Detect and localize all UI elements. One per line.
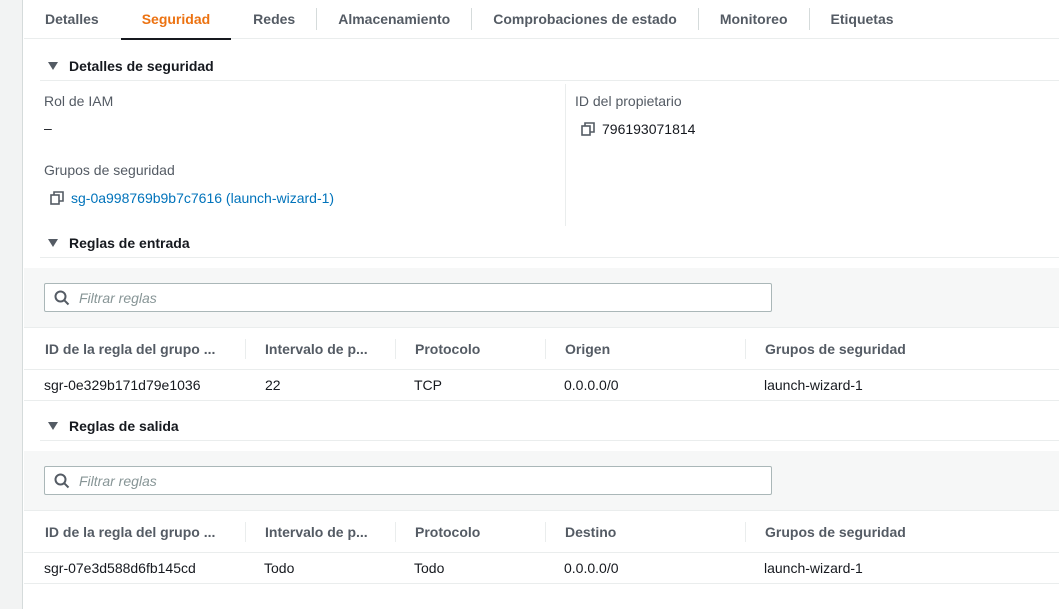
caret-down-icon bbox=[48, 422, 58, 430]
caret-down-icon bbox=[48, 239, 58, 247]
column-resizer[interactable] bbox=[245, 339, 246, 359]
outbound-filter-area bbox=[24, 451, 1059, 510]
security-details-toggle[interactable]: Detalles de seguridad bbox=[48, 58, 214, 74]
owner-id-label: ID del propietario bbox=[575, 93, 682, 109]
tab-almacenamiento[interactable]: Almacenamiento bbox=[317, 0, 471, 39]
search-icon bbox=[54, 290, 70, 305]
cell-port-range: 22 bbox=[265, 377, 281, 393]
caret-down-icon bbox=[48, 62, 58, 70]
cell-rule-id: sgr-0e329b171d79e1036 bbox=[44, 377, 201, 393]
cell-protocol: Todo bbox=[414, 560, 445, 576]
tab-monitoreo[interactable]: Monitoreo bbox=[699, 0, 809, 39]
column-divider bbox=[565, 84, 566, 226]
column-header-security-groups[interactable]: Grupos de seguridad bbox=[765, 511, 906, 552]
search-icon bbox=[54, 473, 70, 488]
inbound-table-header: ID de la regla del grupo ... Intervalo d… bbox=[24, 327, 1059, 370]
column-resizer[interactable] bbox=[745, 522, 746, 542]
owner-id-text: 796193071814 bbox=[602, 121, 696, 137]
outbound-rules-title: Reglas de salida bbox=[69, 418, 179, 434]
divider bbox=[40, 440, 1059, 441]
security-group-item: sg-0a998769b9b7c7616 (launch-wizard-1) bbox=[50, 190, 334, 206]
tab-label: Redes bbox=[253, 11, 296, 27]
inbound-filter-input[interactable] bbox=[79, 289, 729, 306]
column-header-protocol[interactable]: Protocolo bbox=[415, 328, 480, 369]
cell-port-range: Todo bbox=[264, 560, 295, 576]
instance-details-panel: Detalles Seguridad Redes Almacenamiento … bbox=[24, 0, 1059, 609]
column-resizer[interactable] bbox=[545, 339, 546, 359]
cell-security-group: launch-wizard-1 bbox=[764, 377, 863, 393]
tab-label: Etiquetas bbox=[830, 11, 894, 27]
tab-detalles[interactable]: Detalles bbox=[24, 0, 120, 39]
cell-protocol: TCP bbox=[414, 377, 442, 393]
cell-destination: 0.0.0.0/0 bbox=[564, 560, 619, 576]
column-header-source[interactable]: Origen bbox=[565, 328, 610, 369]
column-resizer[interactable] bbox=[395, 339, 396, 359]
cell-rule-id: sgr-07e3d588d6fb145cd bbox=[44, 560, 196, 576]
column-resizer[interactable] bbox=[395, 522, 396, 542]
tab-label: Almacenamiento bbox=[338, 11, 451, 27]
cell-security-group: launch-wizard-1 bbox=[764, 560, 863, 576]
table-row[interactable]: sgr-07e3d588d6fb145cd Todo Todo 0.0.0.0/… bbox=[24, 553, 1059, 584]
tab-bar: Detalles Seguridad Redes Almacenamiento … bbox=[24, 0, 1059, 40]
iam-role-label: Rol de IAM bbox=[44, 93, 114, 109]
owner-id-value: 796193071814 bbox=[581, 121, 695, 137]
inbound-filter-box bbox=[44, 283, 772, 312]
copy-icon[interactable] bbox=[581, 122, 595, 136]
divider bbox=[40, 80, 1059, 81]
column-header-port-range[interactable]: Intervalo de p... bbox=[265, 511, 368, 552]
security-details-title: Detalles de seguridad bbox=[69, 58, 214, 74]
outbound-filter-input[interactable] bbox=[79, 472, 729, 489]
column-resizer[interactable] bbox=[745, 339, 746, 359]
security-groups-label: Grupos de seguridad bbox=[44, 162, 175, 178]
iam-role-value: – bbox=[44, 120, 52, 136]
column-header-rule-id[interactable]: ID de la regla del grupo ... bbox=[45, 328, 215, 369]
outbound-rules-toggle[interactable]: Reglas de salida bbox=[48, 418, 179, 434]
tab-etiquetas[interactable]: Etiquetas bbox=[810, 0, 915, 39]
divider bbox=[40, 257, 1059, 258]
column-header-port-range[interactable]: Intervalo de p... bbox=[265, 328, 368, 369]
tab-label: Detalles bbox=[45, 11, 99, 27]
table-row[interactable]: sgr-0e329b171d79e1036 22 TCP 0.0.0.0/0 l… bbox=[24, 370, 1059, 401]
security-group-link[interactable]: sg-0a998769b9b7c7616 (launch-wizard-1) bbox=[71, 190, 334, 206]
column-resizer[interactable] bbox=[245, 522, 246, 542]
copy-icon[interactable] bbox=[50, 191, 64, 205]
column-header-security-groups[interactable]: Grupos de seguridad bbox=[765, 328, 906, 369]
tab-redes[interactable]: Redes bbox=[232, 0, 316, 39]
tab-seguridad[interactable]: Seguridad bbox=[120, 0, 232, 40]
inbound-filter-area bbox=[24, 268, 1059, 327]
column-header-protocol[interactable]: Protocolo bbox=[415, 511, 480, 552]
cell-source: 0.0.0.0/0 bbox=[564, 377, 619, 393]
inbound-rules-toggle[interactable]: Reglas de entrada bbox=[48, 235, 190, 251]
left-gutter bbox=[0, 0, 23, 609]
tab-comprobaciones-de-estado[interactable]: Comprobaciones de estado bbox=[472, 0, 698, 39]
tab-label: Comprobaciones de estado bbox=[493, 11, 677, 27]
outbound-filter-box bbox=[44, 466, 772, 495]
tab-label: Seguridad bbox=[141, 11, 211, 27]
column-resizer[interactable] bbox=[545, 522, 546, 542]
tab-label: Monitoreo bbox=[719, 11, 788, 27]
column-header-destination[interactable]: Destino bbox=[565, 511, 616, 552]
column-header-rule-id[interactable]: ID de la regla del grupo ... bbox=[45, 511, 215, 552]
outbound-table-header: ID de la regla del grupo ... Intervalo d… bbox=[24, 510, 1059, 553]
inbound-rules-title: Reglas de entrada bbox=[69, 235, 190, 251]
